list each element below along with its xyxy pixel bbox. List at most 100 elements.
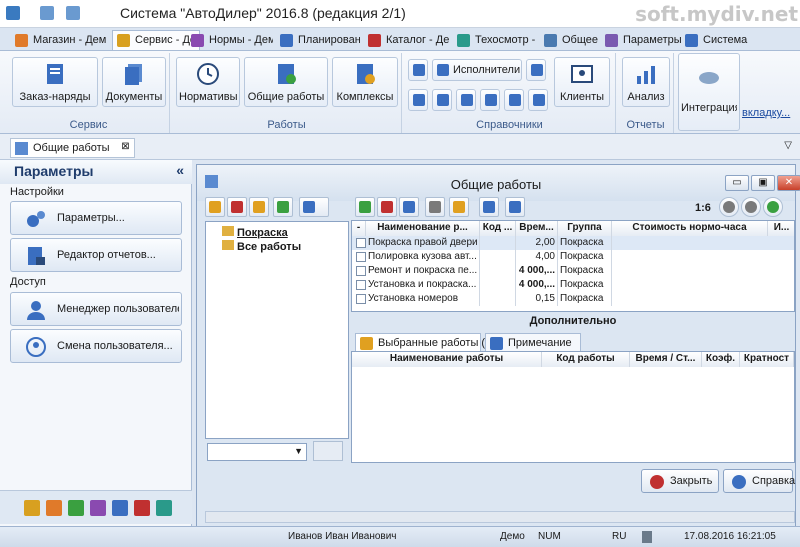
calendar-shortcut-icon[interactable] [112, 500, 128, 516]
wrench-button[interactable] [528, 89, 548, 111]
tree-add-button[interactable] [205, 197, 225, 217]
row-checkbox[interactable] [356, 280, 366, 290]
tab-common[interactable]: Общее [539, 30, 599, 50]
tool-button[interactable] [526, 59, 546, 81]
norms-button[interactable]: Нормативы [176, 57, 240, 107]
integration-button[interactable]: Интеграция [678, 53, 740, 131]
section-settings: Настройки [10, 186, 64, 198]
copy-icon[interactable] [40, 6, 54, 20]
edit-work-button[interactable] [399, 197, 419, 217]
drop-icon [437, 94, 449, 106]
delete-work-button[interactable] [377, 197, 397, 217]
analysis-button[interactable]: Анализ [622, 57, 670, 107]
tree-menu-button[interactable] [299, 197, 329, 217]
collapse-panel-icon[interactable]: « [176, 162, 184, 178]
prev-icon [745, 201, 757, 213]
tree-move-button[interactable] [273, 197, 293, 217]
common-works-button[interactable]: Общие работы [244, 57, 328, 107]
collapse-icon[interactable]: ▽ [784, 140, 792, 151]
tree-filter-combo[interactable]: ▼ [207, 443, 307, 461]
tab-parameters[interactable]: Параметры [600, 30, 682, 50]
works-grid-header: - Наименование р... Код ... Врем... Груп… [352, 221, 794, 236]
columns-button[interactable] [479, 197, 499, 217]
common-icon [544, 34, 557, 47]
params-button[interactable]: Параметры... [10, 201, 182, 235]
table-button[interactable] [504, 89, 524, 111]
row-checkbox[interactable] [356, 252, 366, 262]
nav-next-button[interactable] [763, 197, 783, 217]
folder-edit-icon [253, 201, 265, 213]
refresh-icon[interactable] [66, 6, 80, 20]
wrench-shortcut-icon[interactable] [68, 500, 84, 516]
executors-button[interactable]: Исполнители [432, 59, 522, 81]
calculator-button[interactable] [408, 59, 428, 81]
complexes-button[interactable]: Комплексы [332, 57, 398, 107]
row-checkbox[interactable] [356, 266, 366, 276]
tab-selected-works[interactable]: Выбранные работы (0) [355, 333, 495, 353]
left-panel: Параметры « Настройки Параметры... Редак… [0, 160, 192, 547]
tab-planning[interactable]: Планирован [275, 30, 361, 50]
status-user: Иванов Иван Иванович [288, 531, 397, 542]
nav-prev-button[interactable] [741, 197, 761, 217]
orders-button[interactable]: Заказ-наряды [12, 57, 98, 107]
help-button[interactable]: Справка [723, 469, 795, 493]
clients-icon [571, 65, 593, 83]
tab-norms[interactable]: Нормы - Демо [186, 30, 274, 50]
drop-button[interactable] [432, 89, 452, 111]
close-tab-icon[interactable]: ⊠ [121, 141, 129, 152]
pen-button[interactable] [408, 89, 428, 111]
selected-grid-header: Наименование работы Код работы Время / С… [352, 352, 794, 367]
app-icon [6, 6, 20, 20]
print-button[interactable] [425, 197, 445, 217]
clock-shortcut-icon[interactable] [90, 500, 106, 516]
person-button[interactable] [480, 89, 500, 111]
edit-icon [403, 201, 415, 213]
add-work-button[interactable] [355, 197, 375, 217]
report-editor-button[interactable]: Редактор отчетов... [10, 238, 182, 272]
filter-button[interactable] [313, 441, 343, 461]
close-button[interactable]: ✕ [777, 175, 800, 191]
table-row[interactable]: Установка и покраска... 4 000,... Покрас… [352, 278, 794, 292]
detail-tabs: Выбранные работы (0) Примечание [355, 331, 795, 353]
tab-catalog[interactable]: Каталог - Дем [363, 30, 451, 50]
export-button[interactable] [449, 197, 469, 217]
tabs-link[interactable]: вкладку... [742, 107, 790, 119]
left-panel-title: Параметры « [0, 160, 192, 184]
row-checkbox[interactable] [356, 294, 366, 304]
user-manager-button[interactable]: Менеджер пользователей... [10, 292, 182, 326]
user-icon [27, 301, 45, 320]
documents-button[interactable]: Документы [102, 57, 166, 107]
tree-delete-button[interactable] [227, 197, 247, 217]
shop-shortcut-icon[interactable] [46, 500, 62, 516]
table-row[interactable]: Ремонт и покраска пе... 4 000,... Покрас… [352, 264, 794, 278]
book-shortcut-icon[interactable] [134, 500, 150, 516]
clients-button[interactable]: Клиенты [554, 57, 610, 107]
nav-first-button[interactable] [719, 197, 739, 217]
row-checkbox[interactable] [356, 238, 366, 248]
search-shortcut-icon[interactable] [156, 500, 172, 516]
tab-shop[interactable]: Магазин - Дем [10, 30, 110, 50]
gear-shortcut-icon[interactable] [24, 500, 40, 516]
tree-edit-button[interactable] [249, 197, 269, 217]
wrench-icon [531, 64, 543, 76]
horizontal-scrollbar[interactable] [205, 511, 795, 523]
tree-item-painting[interactable]: Покраска [222, 226, 288, 239]
selected-works-grid: Наименование работы Код работы Время / С… [351, 351, 795, 463]
tab-note[interactable]: Примечание [485, 333, 581, 353]
table-row[interactable]: Установка номеров 0,15 Покраска [352, 292, 794, 306]
tab-system[interactable]: Система [680, 30, 760, 50]
maximize-button[interactable]: ▣ [751, 175, 775, 191]
group-button[interactable] [505, 197, 525, 217]
doc-tab-common-works[interactable]: Общие работы ⊠ [10, 138, 135, 158]
catalog-icon [368, 34, 381, 47]
tree-item-all[interactable]: Все работы [222, 240, 301, 253]
change-user-button[interactable]: Смена пользователя... [10, 329, 182, 363]
table-row[interactable]: Полировка кузова авт... 4,00 Покраска [352, 250, 794, 264]
minimize-button[interactable]: ▭ [725, 175, 749, 191]
system-icon [685, 34, 698, 47]
tab-inspection[interactable]: Техосмотр - Д [452, 30, 538, 50]
list-button[interactable] [456, 89, 476, 111]
close-window-button[interactable]: Закрыть [641, 469, 719, 493]
folder-icon [222, 226, 234, 236]
table-row[interactable]: Покраска правой двери 2,00 Покраска [352, 236, 794, 250]
